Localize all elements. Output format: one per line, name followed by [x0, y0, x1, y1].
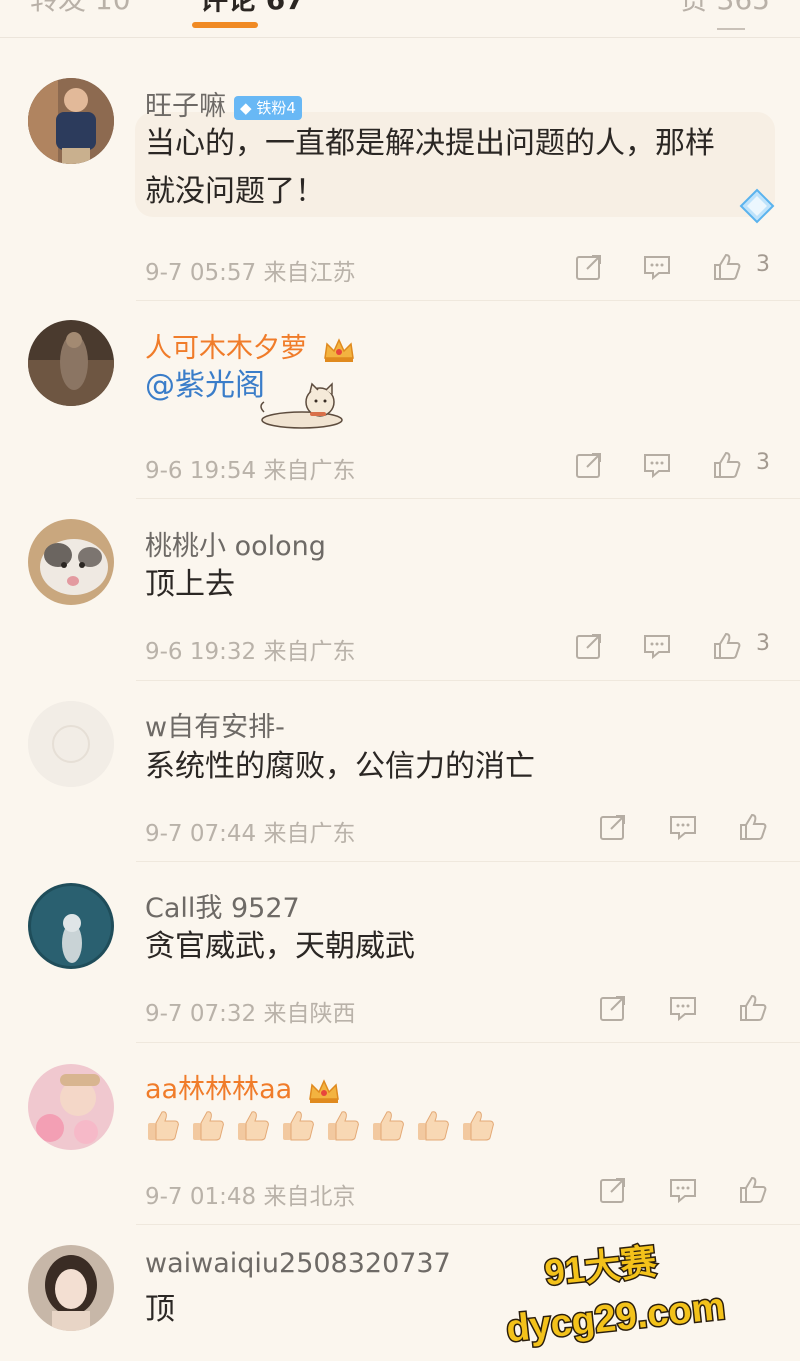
comment-icon[interactable] [668, 812, 698, 842]
avatar[interactable] [28, 320, 114, 406]
share-icon[interactable] [574, 631, 604, 661]
commenter-name[interactable]: waiwaiqiu2508320737 [145, 1248, 451, 1279]
comment-text: 顶 [145, 1292, 175, 1327]
like-count: 3 [756, 252, 770, 277]
fan-badge: ◆ 铁粉4 [234, 95, 302, 120]
avatar[interactable] [28, 701, 114, 787]
like-count: 3 [756, 450, 770, 475]
thumbs-up-emoji-icon [193, 1111, 224, 1141]
divider [0, 37, 800, 38]
comment-icon[interactable] [668, 993, 698, 1023]
comment-meta: 9-7 07:32 来自陕西 [145, 1001, 356, 1027]
mention-link[interactable]: @紫光阁 [145, 362, 265, 410]
comment-actions: 3 [574, 450, 774, 484]
share-icon[interactable] [574, 252, 604, 282]
divider [136, 498, 800, 499]
thumbs-up-emoji-icon [328, 1111, 359, 1141]
comment-meta: 9-6 19:54 来自广东 [145, 458, 356, 484]
comment-text: 系统性的腐败，公信力的消亡 [145, 749, 535, 784]
avatar-image [28, 320, 114, 406]
active-tab-indicator [192, 22, 258, 28]
divider [136, 861, 800, 862]
emoji-row [145, 1108, 496, 1144]
divider [136, 300, 800, 301]
divider [136, 680, 800, 681]
share-icon[interactable] [598, 812, 628, 842]
tab-comment[interactable]: 评论 67 [200, 0, 305, 18]
comment-actions [598, 812, 778, 846]
tab-repost[interactable]: 转发 10 [30, 0, 131, 18]
crown-icon [323, 337, 354, 362]
commenter-name[interactable]: 人可木木夕萝 [145, 326, 356, 365]
commenter-name[interactable]: 旺子嘛 ◆ 铁粉4 [145, 84, 302, 123]
tab-bar: 转发 10 评论 67 赞 365 [0, 0, 800, 38]
thumbs-up-icon[interactable] [712, 631, 742, 661]
comment-actions: 3 [574, 631, 774, 665]
tab-likes[interactable]: 赞 365 [680, 0, 770, 18]
thumbs-up-emoji-icon [418, 1111, 449, 1141]
divider [136, 1042, 800, 1043]
comment-icon[interactable] [642, 631, 672, 661]
thumbs-up-icon[interactable] [738, 993, 768, 1023]
thumbs-up-emoji-icon [373, 1111, 404, 1141]
comment-icon[interactable] [642, 450, 672, 480]
avatar[interactable] [28, 1064, 114, 1150]
share-icon[interactable] [598, 993, 628, 1023]
thumbs-up-emoji-icon [283, 1111, 314, 1141]
sort-icon[interactable] [717, 28, 745, 34]
comment-meta: 9-7 05:57 来自江苏 [145, 260, 356, 286]
comment-text: 顶上去 [145, 567, 235, 602]
avatar[interactable] [28, 78, 114, 164]
avatar-image [28, 519, 114, 605]
like-count: 3 [756, 631, 770, 656]
watermark-line2: dycg29.com [504, 1286, 727, 1350]
watermark-line1: 91大赛 [543, 1241, 660, 1294]
watermark-logo: 91大赛 dycg29.com [503, 1239, 729, 1350]
thumbs-up-icon[interactable] [712, 450, 742, 480]
avatar-image [28, 78, 114, 164]
commenter-name[interactable]: 桃桃小 oolong [145, 524, 326, 563]
comment-meta: 9-6 19:32 来自广东 [145, 639, 356, 665]
commenter-name[interactable]: aa林林林aa [145, 1067, 341, 1106]
thumbs-up-emoji-icon [148, 1111, 179, 1141]
avatar-image [28, 1064, 114, 1150]
dog-sticker-icon [260, 382, 343, 429]
thumbs-up-emoji-icon [238, 1111, 269, 1141]
comment-meta: 9-7 07:44 来自广东 [145, 821, 356, 847]
thumbs-up-icon[interactable] [738, 812, 768, 842]
avatar[interactable] [28, 883, 114, 969]
thumbs-up-emoji-icon [463, 1111, 494, 1141]
avatar[interactable] [28, 1245, 114, 1331]
comment-actions [598, 993, 778, 1027]
share-icon[interactable] [574, 450, 604, 480]
comment-text: 贪官威武，天朝威武 [145, 929, 415, 964]
comment-icon[interactable] [668, 1175, 698, 1205]
comment-actions: 3 [574, 252, 774, 286]
crown-icon [308, 1078, 339, 1103]
commenter-name[interactable]: w自有安排- [145, 705, 285, 744]
comment-meta: 9-7 01:48 来自北京 [145, 1184, 356, 1210]
share-icon[interactable] [598, 1175, 628, 1205]
comment-text: 当心的，一直都是解决提出问题的人，那样 就没问题了！ [145, 126, 715, 209]
comment-icon[interactable] [642, 252, 672, 282]
avatar-image [28, 1245, 114, 1331]
avatar-image [28, 883, 114, 969]
avatar-image [28, 701, 114, 787]
thumbs-up-icon[interactable] [712, 252, 742, 282]
comment-actions [598, 1175, 778, 1209]
thumbs-up-icon[interactable] [738, 1175, 768, 1205]
commenter-name[interactable]: Call我 9527 [145, 886, 300, 925]
diamond-icon [739, 188, 775, 224]
avatar[interactable] [28, 519, 114, 605]
divider [136, 1224, 800, 1225]
